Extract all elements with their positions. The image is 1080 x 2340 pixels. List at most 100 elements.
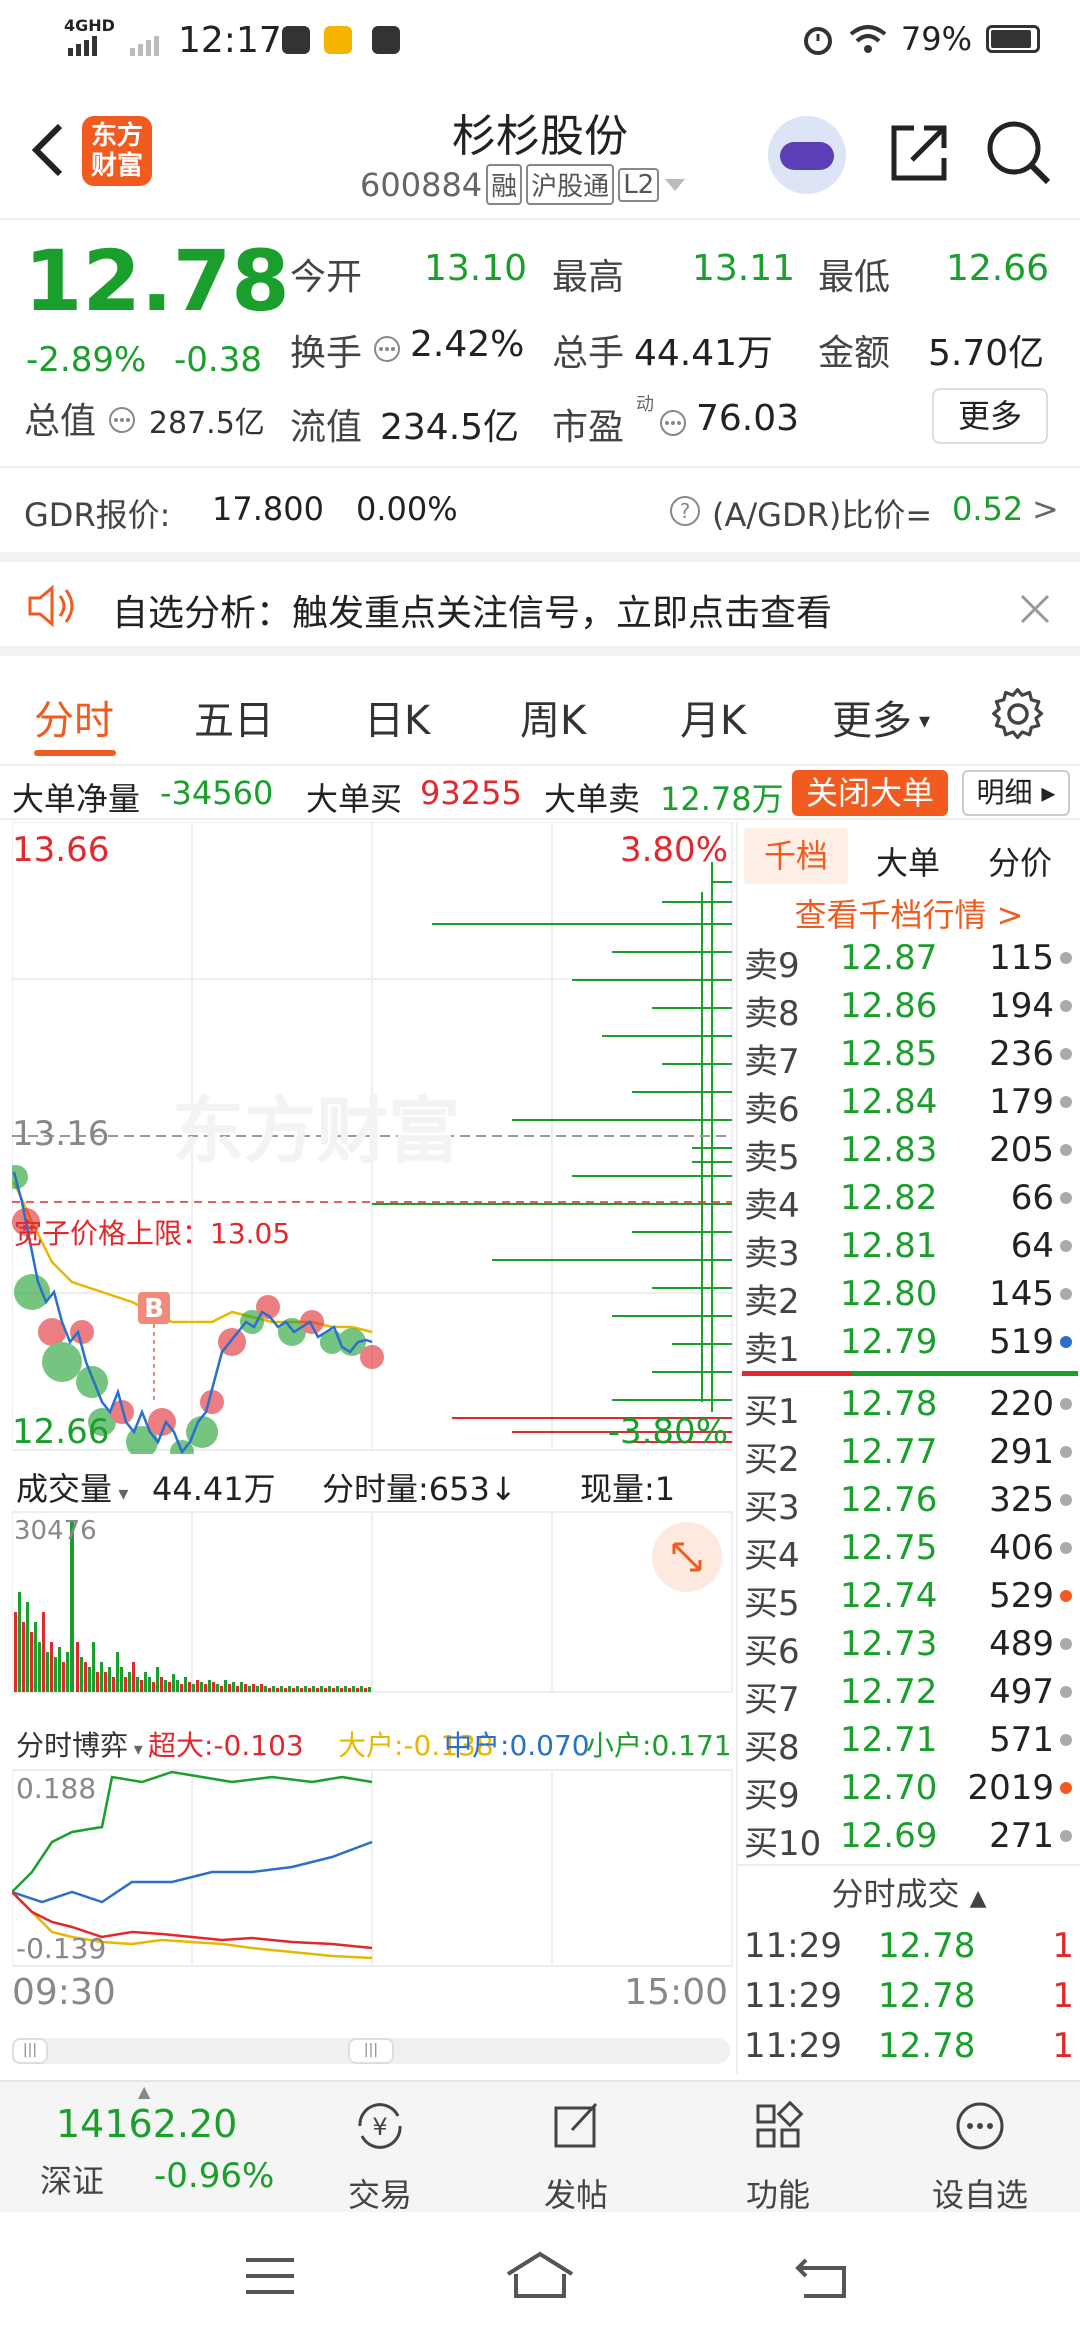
bid-row[interactable]: 买2 12.77 291 [738, 1428, 1080, 1480]
search-icon[interactable] [984, 118, 1054, 188]
index-ticker[interactable]: ▲ 14162.20 深证 -0.96% [20, 2082, 290, 2212]
bid-row[interactable]: 买6 12.73 489 [738, 1620, 1080, 1672]
trade-list: 11:29 12.78 1 11:29 12.78 1 11:29 12.78 1 [738, 1920, 1080, 2070]
bid-row[interactable]: 买10 12.69 271 [738, 1812, 1080, 1864]
ask-row[interactable]: 卖3 12.81 64 [738, 1222, 1080, 1274]
gear-icon[interactable] [990, 686, 1046, 742]
close-icon[interactable] [1018, 592, 1052, 626]
intraday-chart[interactable]: 东方财富 13.66 3.80% 13.16 宽子价格上限：13.05 B 12… [12, 822, 734, 2058]
chart-grid [12, 822, 733, 1967]
bid-level-label: 买5 [744, 1584, 800, 1624]
info-dots-icon[interactable] [658, 408, 688, 438]
trade-qty: 1 [1052, 1976, 1074, 2016]
float-cap-value: 234.5亿 [380, 407, 520, 448]
more-dots-icon [956, 2102, 1004, 2150]
battery-icon [986, 25, 1040, 53]
bid-row[interactable]: 买1 12.78 220 [738, 1380, 1080, 1432]
price-high-label: 13.66 [12, 830, 110, 870]
tab-intraday[interactable]: 分时 [34, 688, 114, 746]
banner-text: 自选分析：触发重点关注信号，立即点击查看 [112, 593, 833, 634]
tab-weekly-k[interactable]: 周K [520, 688, 586, 746]
tab-thousand-levels[interactable]: 千档 [744, 828, 848, 884]
add-watchlist-label: 设自选 [931, 2176, 1028, 2214]
add-watchlist-button[interactable]: 设自选 [920, 2096, 1040, 2216]
stock-subtitle[interactable]: 600884 融 沪股通 L2 [360, 164, 687, 205]
expand-icon[interactable] [652, 1522, 722, 1592]
gdr-ratio-label: (A/GDR)比价= [712, 496, 933, 534]
ask-row[interactable]: 卖7 12.85 236 [738, 1030, 1080, 1082]
home-icon[interactable] [504, 2250, 576, 2300]
tab-daily-k[interactable]: 日K [364, 688, 430, 746]
bid-dot [1060, 1398, 1072, 1410]
tab-price-distribution[interactable]: 分价 [988, 838, 1052, 884]
ask-price: 12.81 [840, 1226, 938, 1266]
total-cap-label: 总值 [24, 401, 97, 442]
bid-row[interactable]: 买8 12.71 571 [738, 1716, 1080, 1768]
trade-label: 交易 [347, 2176, 412, 2214]
ask-dot [1060, 1288, 1072, 1300]
tab-monthly-k[interactable]: 月K [680, 688, 746, 746]
view-levels-link[interactable]: 查看千档行情 > [738, 890, 1080, 934]
ask-row[interactable]: 卖6 12.84 179 [738, 1078, 1080, 1130]
back-nav-icon[interactable] [794, 2252, 848, 2300]
high-label: 最高 [552, 257, 625, 298]
gdr-row[interactable]: GDR报价: 17.800 0.00% ? (A/GDR)比价= 0.52 > [0, 466, 1080, 552]
tab-more[interactable]: 更多 ▾ [832, 688, 930, 746]
post-button[interactable]: 发帖 [526, 2096, 626, 2216]
ask-row[interactable]: 卖4 12.82 66 [738, 1174, 1080, 1226]
bid-level-label: 买8 [744, 1728, 800, 1768]
signal-icon-2 [130, 36, 159, 56]
bid-level-label: 买9 [744, 1776, 800, 1816]
trade-time: 11:29 [744, 1976, 842, 2016]
ask-level-label: 卖5 [744, 1138, 800, 1178]
ask-price: 12.80 [840, 1274, 938, 1314]
bid-volume: 220 [989, 1384, 1054, 1424]
trade-qty: 1 [1052, 1926, 1074, 1966]
ask-row[interactable]: 卖1 12.79 519 [738, 1318, 1080, 1370]
volume-selector[interactable]: 成交量 ▾ [16, 1464, 128, 1510]
bid-row[interactable]: 买4 12.75 406 [738, 1524, 1080, 1576]
open-label: 今开 [290, 257, 363, 298]
analysis-banner[interactable]: 自选分析：触发重点关注信号，立即点击查看 [0, 552, 1080, 656]
bid-row[interactable]: 买7 12.72 497 [738, 1668, 1080, 1720]
bid-level-label: 买3 [744, 1488, 800, 1528]
bid-row[interactable]: 买5 12.74 529 [738, 1572, 1080, 1624]
bid-level-label: 买6 [744, 1632, 800, 1672]
bid-volume: 489 [989, 1624, 1054, 1664]
game-selector[interactable]: 分时博弈 ▾ [16, 1724, 143, 1764]
ask-row[interactable]: 卖5 12.83 205 [738, 1126, 1080, 1178]
bid-volume: 2019 [967, 1768, 1054, 1808]
function-button[interactable]: 功能 [728, 2096, 828, 2216]
detail-button[interactable]: 明细 ▸ [962, 770, 1070, 816]
ask-price: 12.83 [840, 1130, 938, 1170]
scroll-right-handle[interactable]: ||| [348, 2038, 394, 2064]
trade-header[interactable]: 分时成交 ▲ [738, 1864, 1080, 1920]
bid-row[interactable]: 买3 12.76 325 [738, 1476, 1080, 1528]
info-dots-icon[interactable] [372, 334, 402, 364]
grid-icon [756, 2100, 804, 2148]
ask-row[interactable]: 卖9 12.87 115 [738, 934, 1080, 986]
active-tab-indicator [34, 750, 116, 756]
info-dots-icon[interactable] [107, 405, 137, 435]
big-sell-label: 大单卖 [544, 780, 641, 818]
help-icon[interactable]: ? [668, 494, 702, 528]
signal-icon [68, 36, 97, 56]
ask-dot [1060, 1144, 1072, 1156]
ai-assistant-icon[interactable] [768, 116, 846, 194]
more-button[interactable]: 更多 [932, 388, 1048, 444]
ask-row[interactable]: 卖8 12.86 194 [738, 982, 1080, 1034]
share-icon[interactable] [884, 118, 954, 188]
bid-row[interactable]: 买9 12.70 2019 [738, 1764, 1080, 1816]
ask-volume: 519 [989, 1322, 1054, 1362]
bid-level-label: 买7 [744, 1680, 800, 1720]
ask-dot [1060, 1192, 1072, 1204]
chart-scrollbar[interactable]: ||| ||| [12, 2038, 730, 2064]
tab-big-order[interactable]: 大单 [876, 838, 940, 884]
scroll-left-handle[interactable]: ||| [12, 2038, 48, 2064]
close-big-order-button[interactable]: 关闭大单 [792, 770, 948, 816]
trade-button[interactable]: ¥ 交易 [330, 2096, 430, 2216]
tab-five-day[interactable]: 五日 [194, 688, 274, 746]
menu-icon[interactable] [244, 2256, 296, 2296]
bid-volume: 529 [989, 1576, 1054, 1616]
ask-row[interactable]: 卖2 12.80 145 [738, 1270, 1080, 1322]
